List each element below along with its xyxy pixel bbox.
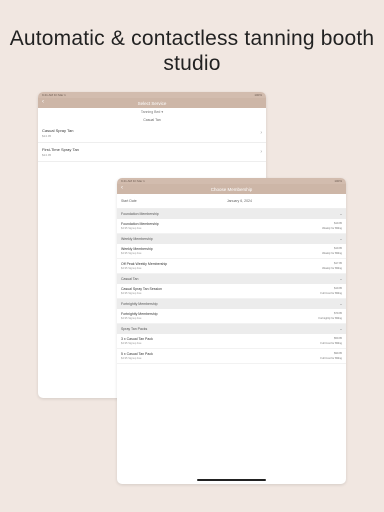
membership-item[interactable]: Off Peak Weekly Membership $4.95 Signup F… [117,259,346,274]
membership-item[interactable]: Foundation Membership $4.95 Signup Fee $1… [117,219,346,234]
service-title: First-Time Spray Tan [42,147,79,152]
status-time: 9:41 AM Fri Mar 1 [42,93,66,97]
service-title: Casual Spray Tan [42,128,74,133]
nav-title: Choose Membership [210,186,253,192]
membership-item[interactable]: Weekly Membership $4.95 Signup Fee $19.95… [117,244,346,259]
section-header[interactable]: Foundation Membership – [117,209,346,219]
service-row[interactable]: First-Time Spray Tan $24.95 › [38,143,266,162]
collapse-icon: – [340,212,342,216]
collapse-icon: – [340,277,342,281]
start-date-row[interactable]: Start Date January 6, 2024 [117,194,346,209]
status-battery: 100% [254,93,262,97]
collapse-icon: – [340,237,342,241]
membership-item[interactable]: 5 x Casual Tan Pack $4.95 Signup Fee $99.… [117,349,346,364]
section-header: Casual Tan [143,118,161,122]
service-price: $24.95 [42,134,52,138]
section-header[interactable]: Weekly Membership – [117,234,346,244]
back-icon[interactable]: ‹ [121,185,123,191]
headline: Automatic & contactless tanning booth st… [9,27,375,75]
membership-item[interactable]: 3 x Casual Tan Pack $4.95 Signup Fee $59.… [117,334,346,349]
collapse-icon: – [340,302,342,306]
section-header[interactable]: Spray Tan Packs – [117,324,346,334]
chevron-right-icon: › [260,130,262,136]
nav-title: Select Service [137,100,167,106]
start-date-label: Start Date [121,199,137,203]
membership-item[interactable]: Fortnightly Membership $4.95 Signup Fee $… [117,309,346,324]
home-indicator [197,479,266,481]
status-time: 9:41 AM Fri Mar 1 [121,179,145,183]
service-row[interactable]: Casual Spray Tan $24.95 › [38,124,266,143]
collapse-icon: – [340,327,342,331]
section-header[interactable]: Fortnightly Membership – [117,299,346,309]
start-date-value[interactable]: January 6, 2024 [227,199,252,203]
nav-bar: ‹ Select Service [38,98,266,108]
back-icon[interactable]: ‹ [42,99,44,105]
tablet-choose-membership: 9:41 AM Fri Mar 1 100% ‹ Choose Membersh… [117,178,346,484]
status-battery: 100% [334,179,342,183]
membership-item[interactable]: Casual Spray Tan Session $4.95 Signup Fee… [117,284,346,299]
section-header[interactable]: Casual Tan – [117,274,346,284]
filter-dropdown[interactable]: Tanning Bed ▾ [38,108,266,115]
service-price: $24.95 [42,153,52,157]
nav-bar: ‹ Choose Membership [117,184,346,194]
chevron-right-icon: › [260,149,262,155]
